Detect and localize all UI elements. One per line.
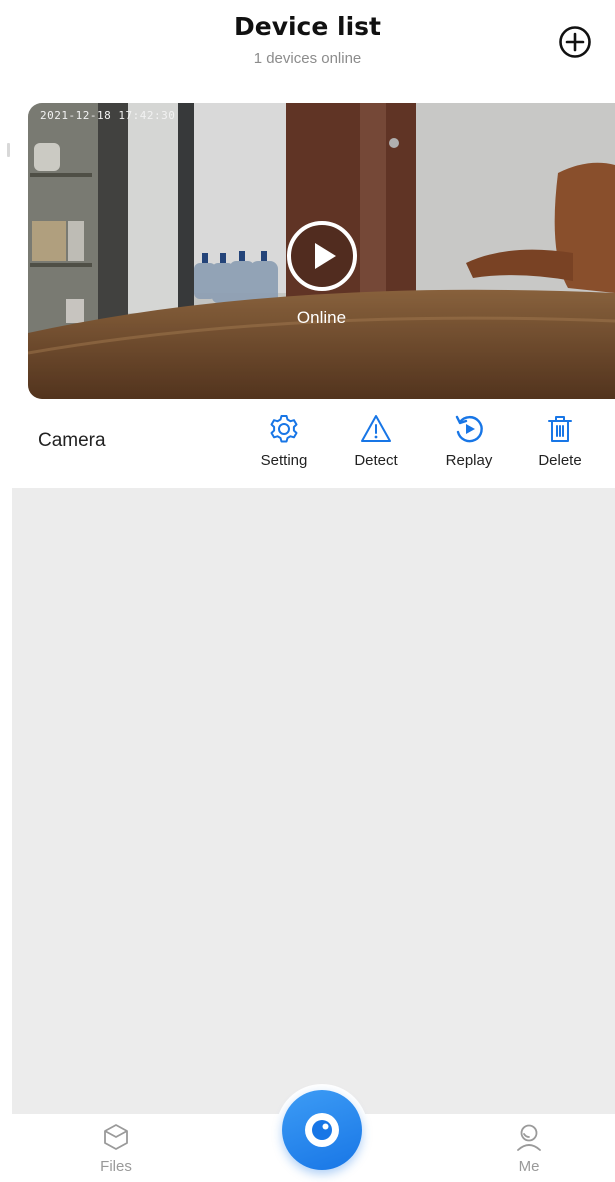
play-circle-icon — [287, 221, 357, 291]
scroll-indicator — [7, 143, 10, 157]
nav-me-label: Me — [518, 1158, 540, 1175]
page-title: Device list — [233, 12, 382, 41]
nav-me[interactable]: Me — [489, 1120, 569, 1175]
replay-button[interactable]: Replay — [429, 412, 509, 474]
device-list-area — [12, 488, 615, 1114]
device-name: Camera — [38, 430, 106, 451]
replay-label: Replay — [445, 452, 493, 469]
device-row: Camera Setting Detect Replay Delete — [0, 400, 615, 486]
user-icon — [517, 1124, 541, 1151]
add-device-button[interactable] — [553, 20, 597, 64]
delete-button[interactable]: Delete — [520, 412, 600, 474]
nav-files[interactable]: Files — [76, 1120, 156, 1175]
replay-icon — [455, 415, 483, 443]
setting-button[interactable]: Setting — [244, 412, 324, 474]
detect-button[interactable]: Detect — [336, 412, 416, 474]
plus-circle-icon — [559, 26, 591, 58]
camera-lens-icon — [305, 1113, 339, 1147]
gear-icon — [270, 415, 298, 443]
play-button[interactable] — [286, 220, 358, 292]
live-view-button-face — [282, 1090, 362, 1170]
header: Device list 1 devices online — [0, 0, 615, 90]
timestamp: 2021-12-18 17:42:30 — [40, 109, 176, 122]
nav-files-label: Files — [100, 1158, 132, 1175]
online-count: 1 devices online — [253, 50, 362, 67]
trash-icon — [548, 416, 572, 442]
detect-label: Detect — [354, 452, 398, 469]
warning-icon — [361, 415, 391, 442]
cube-icon — [104, 1124, 128, 1150]
camera-preview[interactable]: 2021-12-18 17:42:30 Online — [28, 103, 615, 399]
delete-label: Delete — [538, 452, 582, 469]
live-view-button[interactable] — [276, 1084, 368, 1176]
status-label: Online — [296, 308, 347, 327]
setting-label: Setting — [260, 452, 308, 469]
